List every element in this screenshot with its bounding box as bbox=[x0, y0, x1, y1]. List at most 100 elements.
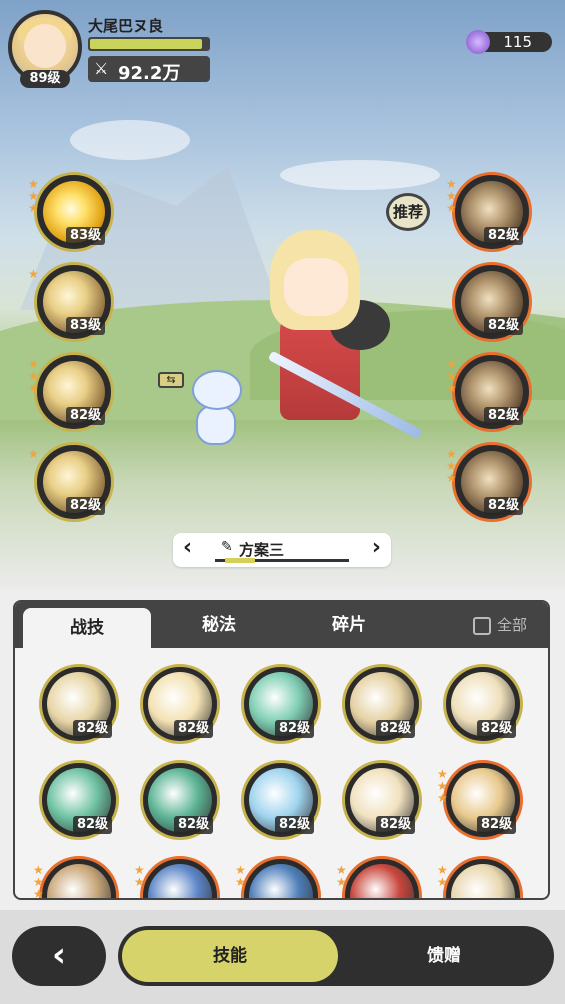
skill-level: 82级 bbox=[484, 407, 524, 425]
plan-name[interactable]: 方案三 bbox=[239, 539, 284, 560]
skill-card[interactable]: ★ ★ ★ 82级 bbox=[437, 760, 523, 840]
currency-display[interactable]: 115 bbox=[466, 30, 552, 54]
show-all-label: 全部 bbox=[497, 616, 528, 634]
star-icon: ★ bbox=[235, 875, 246, 889]
skill-card[interactable]: 82级 bbox=[140, 760, 220, 840]
avatar-face bbox=[24, 24, 66, 68]
skill-card[interactable]: ★ ★ ★ bbox=[33, 856, 119, 898]
right-skill-slot[interactable]: ★ ★ ★ 82级 bbox=[446, 442, 532, 522]
cloud bbox=[70, 120, 190, 160]
skill-grid: 82级 82级 82级 82级 82级 82级 82级 82级 82级 ★ ★ ★ 82级 ★ ★ ★ ★ ★ ★ ★… bbox=[33, 664, 539, 898]
mode-switch: 技能 馈赠 bbox=[118, 926, 554, 986]
star-icon: ★ bbox=[28, 447, 39, 461]
star-rating: ★ ★ ★ bbox=[446, 178, 460, 214]
star-icon: ★ bbox=[33, 887, 44, 900]
skill-card[interactable]: 82级 bbox=[39, 664, 119, 744]
star-rating: ★ ★ bbox=[437, 864, 451, 888]
left-skill-slot[interactable]: ★ ★ ★ 83级 bbox=[28, 172, 114, 252]
star-icon: ★ bbox=[437, 791, 448, 805]
skill-card[interactable]: 82级 bbox=[342, 760, 422, 840]
skill-level: 82级 bbox=[376, 816, 416, 834]
left-skill-slot[interactable]: ★ 82级 bbox=[28, 442, 114, 522]
bottom-bar: ‹ 技能 馈赠 bbox=[0, 910, 565, 1004]
star-icon: ★ bbox=[336, 875, 347, 889]
star-rating: ★ bbox=[28, 268, 42, 280]
left-skill-slot[interactable]: ★ 83级 bbox=[28, 262, 114, 342]
right-skill-slot[interactable]: 82级 bbox=[452, 262, 532, 342]
chevron-left-icon[interactable]: ‹ bbox=[183, 535, 192, 560]
skill-level: 82级 bbox=[477, 720, 517, 738]
star-icon: ★ bbox=[28, 201, 39, 215]
pet-companion[interactable] bbox=[180, 360, 252, 450]
skill-level: 82级 bbox=[174, 720, 214, 738]
skill-level: 82级 bbox=[275, 816, 315, 834]
skill-level: 82级 bbox=[174, 816, 214, 834]
star-icon: ★ bbox=[437, 875, 448, 889]
chevron-right-icon[interactable]: › bbox=[372, 535, 381, 560]
tab-fragments[interactable]: 碎片 bbox=[285, 602, 413, 648]
skill-card[interactable]: 82级 bbox=[39, 760, 119, 840]
tab-gift[interactable]: 馈赠 bbox=[338, 930, 550, 982]
crystal-icon bbox=[466, 30, 490, 54]
combat-power-value: 92.2万 bbox=[118, 63, 181, 84]
pencil-icon[interactable]: ✎ bbox=[221, 539, 233, 555]
skill-level: 82级 bbox=[376, 720, 416, 738]
skill-level: 83级 bbox=[66, 227, 106, 245]
recommend-button[interactable]: 推荐 bbox=[386, 193, 430, 231]
skill-card[interactable]: 82级 bbox=[241, 760, 321, 840]
show-all-toggle[interactable]: 全部 bbox=[473, 614, 527, 635]
star-rating: ★ ★ ★ bbox=[437, 768, 451, 804]
skill-level: 82级 bbox=[484, 227, 524, 245]
hero-face bbox=[284, 258, 348, 316]
skill-card[interactable]: ★ ★ bbox=[336, 856, 422, 898]
skill-card[interactable]: 82级 bbox=[140, 664, 220, 744]
tab-secret-arts[interactable]: 秘法 bbox=[155, 602, 283, 648]
exp-bar-fill bbox=[90, 39, 203, 49]
star-rating: ★ ★ ★ bbox=[28, 178, 42, 214]
skill-card[interactable]: ★ ★ bbox=[235, 856, 321, 898]
player-level-badge: 89级 bbox=[20, 70, 70, 88]
plan-page-indicator bbox=[225, 558, 255, 563]
skill-card[interactable]: 82级 bbox=[342, 664, 422, 744]
swap-pet-icon[interactable]: ⇆ bbox=[158, 372, 184, 388]
skill-card[interactable]: 82级 bbox=[443, 664, 523, 744]
star-rating: ★ ★ ★ bbox=[446, 448, 460, 484]
skill-panel: 战技 秘法 碎片 全部 82级 82级 82级 82级 82级 82级 82级 82级 82级 ★… bbox=[13, 600, 550, 900]
back-button[interactable]: ‹ bbox=[12, 926, 106, 986]
tab-combat-skills[interactable]: 战技 bbox=[23, 608, 151, 648]
star-icon: ★ bbox=[446, 471, 457, 485]
currency-value: 115 bbox=[503, 33, 532, 51]
skill-level: 82级 bbox=[477, 816, 517, 834]
skill-level: 82级 bbox=[275, 720, 315, 738]
star-rating: ★ ★ bbox=[235, 864, 249, 888]
star-icon: ★ bbox=[446, 381, 457, 395]
skill-card[interactable]: ★ ★ bbox=[437, 856, 523, 898]
skill-card[interactable]: 82级 bbox=[241, 664, 321, 744]
right-skill-slot[interactable]: ★ ★ ★ 82级 bbox=[446, 172, 532, 252]
tab-skills[interactable]: 技能 bbox=[122, 930, 338, 982]
pet-body bbox=[196, 405, 236, 445]
skill-level: 82级 bbox=[484, 497, 524, 515]
skill-tabs: 战技 秘法 碎片 全部 bbox=[15, 602, 548, 648]
pet-head bbox=[192, 370, 242, 410]
star-rating: ★ ★ bbox=[134, 864, 148, 888]
right-skill-slot[interactable]: ★ ★ ★ 82级 bbox=[446, 352, 532, 432]
skill-level: 82级 bbox=[66, 497, 106, 515]
skill-card[interactable]: ★ ★ bbox=[134, 856, 220, 898]
skill-level: 82级 bbox=[484, 317, 524, 335]
player-name: 大尾巴ヌ良 bbox=[88, 17, 164, 35]
skill-level: 82级 bbox=[66, 407, 106, 425]
star-rating: ★ bbox=[28, 448, 42, 460]
skill-level: 82级 bbox=[73, 720, 113, 738]
star-icon: ★ bbox=[28, 267, 39, 281]
skill-level: 82级 bbox=[73, 816, 113, 834]
plan-selector: ‹ ✎ 方案三 › bbox=[173, 533, 391, 567]
star-rating: ★ ★ ★ bbox=[28, 358, 42, 394]
star-rating: ★ ★ bbox=[336, 864, 350, 888]
star-icon: ★ bbox=[28, 381, 39, 395]
checkbox[interactable] bbox=[473, 616, 491, 635]
exp-bar bbox=[88, 37, 210, 51]
star-rating: ★ ★ ★ bbox=[446, 358, 460, 394]
left-skill-slot[interactable]: ★ ★ ★ 82级 bbox=[28, 352, 114, 432]
star-rating: ★ ★ ★ bbox=[33, 864, 47, 900]
